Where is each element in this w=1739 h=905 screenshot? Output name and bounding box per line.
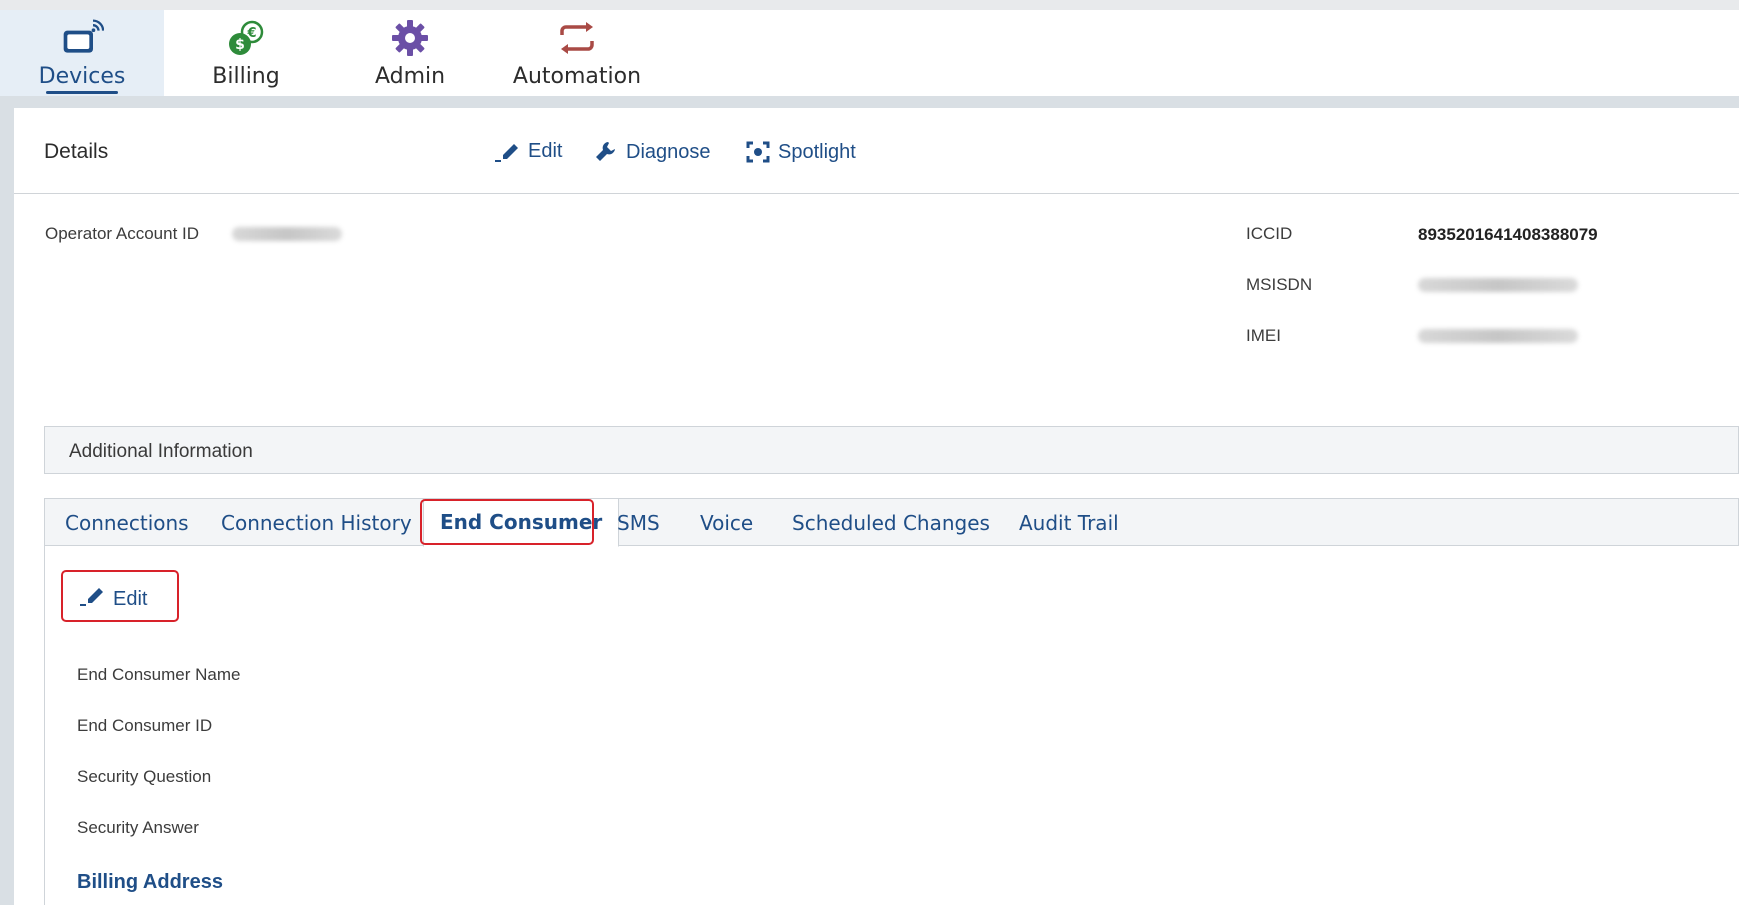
- operator-account-id-label: Operator Account ID: [45, 224, 200, 243]
- edit-button[interactable]: Edit: [494, 140, 562, 163]
- end-consumer-id-label: End Consumer ID: [77, 716, 213, 735]
- billing-icon: € $: [224, 16, 268, 60]
- msisdn-value-redacted: [1418, 278, 1578, 292]
- msisdn-label: MSISDN: [1246, 275, 1313, 294]
- svg-text:$: $: [235, 37, 245, 53]
- nav-billing[interactable]: € $ Billing: [164, 10, 328, 96]
- spotlight-button[interactable]: Spotlight: [746, 140, 856, 164]
- nav-devices[interactable]: Devices: [0, 10, 164, 96]
- nav-admin[interactable]: Admin: [328, 10, 492, 96]
- tab-voice[interactable]: Voice: [700, 511, 753, 535]
- nav-automation[interactable]: Automation: [495, 10, 659, 96]
- nav-label: Billing: [212, 64, 280, 89]
- spotlight-icon: [746, 140, 770, 164]
- automation-icon: [555, 16, 599, 60]
- security-question-label: Security Question: [77, 767, 212, 786]
- edit-label: Edit: [113, 587, 148, 610]
- tab-sms[interactable]: SMS: [617, 511, 660, 535]
- tab-audit-trail[interactable]: Audit Trail: [1019, 511, 1119, 535]
- devices-icon: [60, 16, 104, 60]
- diagnose-button[interactable]: Diagnose: [594, 140, 711, 164]
- page-title: Details: [44, 140, 109, 163]
- top-navigation: Devices € $ Billing Admin Automation: [0, 0, 1739, 96]
- end-consumer-edit-button[interactable]: Edit: [79, 585, 147, 613]
- details-panel: Details Edit Diagnose Spotlight Operator…: [14, 108, 1739, 905]
- imei-label: IMEI: [1246, 326, 1281, 345]
- tab-bar: Connections Connection History End Consu…: [44, 498, 1739, 547]
- nav-label: Devices: [38, 64, 126, 89]
- nav-label: Automation: [512, 64, 642, 89]
- pencil-icon: [79, 585, 105, 613]
- operator-account-id-value-redacted: [232, 227, 342, 241]
- tab-end-consumer[interactable]: End Consumer: [423, 499, 620, 547]
- tab-scheduled-changes[interactable]: Scheduled Changes: [792, 511, 990, 535]
- details-header: Details Edit Diagnose Spotlight: [14, 108, 1739, 194]
- active-underline: [46, 91, 118, 94]
- end-consumer-name-label: End Consumer Name: [77, 665, 241, 684]
- spotlight-label: Spotlight: [778, 140, 856, 163]
- additional-information-section[interactable]: Additional Information: [44, 426, 1739, 474]
- gear-icon: [388, 16, 432, 60]
- tab-connection-history[interactable]: Connection History: [221, 511, 412, 535]
- additional-information-title: Additional Information: [69, 441, 253, 462]
- edit-label: Edit: [528, 140, 563, 162]
- billing-address-heading: Billing Address: [77, 871, 223, 893]
- wrench-icon: [594, 140, 618, 164]
- imei-value-redacted: [1418, 329, 1578, 343]
- iccid-value: 8935201641408388079: [1418, 225, 1598, 244]
- pencil-icon: [494, 141, 520, 163]
- diagnose-label: Diagnose: [626, 140, 711, 163]
- nav-label: Admin: [374, 64, 446, 89]
- security-answer-label: Security Answer: [77, 818, 199, 837]
- end-consumer-content: Edit End Consumer Name End Consumer ID S…: [44, 545, 1739, 905]
- iccid-label: ICCID: [1246, 224, 1293, 243]
- tab-connections[interactable]: Connections: [65, 511, 189, 535]
